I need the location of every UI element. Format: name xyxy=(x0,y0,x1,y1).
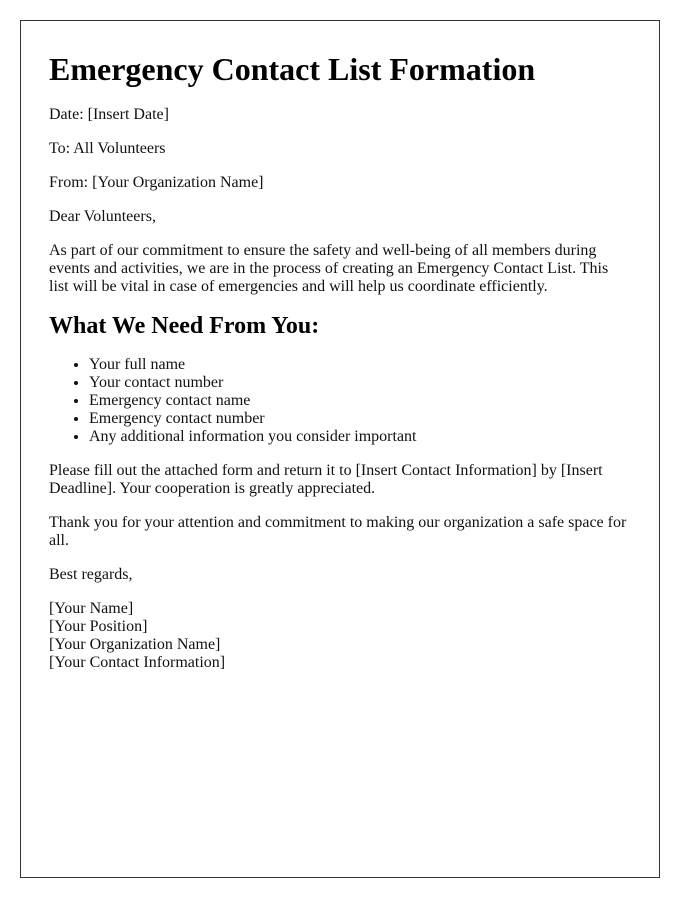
list-item: Emergency contact number xyxy=(89,410,631,428)
signature-position: [Your Position] xyxy=(49,618,148,635)
to-line: To: All Volunteers xyxy=(49,140,166,157)
signature-organization: [Your Organization Name] xyxy=(49,636,221,653)
list-item: Your contact number xyxy=(89,374,631,392)
letter-content: Emergency Contact List Formation Date: [… xyxy=(49,21,631,672)
requirements-list: Your full name Your contact number Emerg… xyxy=(49,356,631,446)
document-title: Emergency Contact List Formation xyxy=(49,51,536,87)
salutation: Dear Volunteers, xyxy=(49,208,156,225)
list-item: Your full name xyxy=(89,356,631,374)
signature-name: [Your Name] xyxy=(49,600,134,617)
from-line: From: [Your Organization Name] xyxy=(49,174,264,191)
list-item: Any additional information you consider … xyxy=(89,428,631,446)
date-line: Date: [Insert Date] xyxy=(49,106,169,123)
closing: Best regards, xyxy=(49,566,133,583)
list-item: Emergency contact name xyxy=(89,392,631,410)
signature-block: [Your Name] [Your Position] [Your Organi… xyxy=(49,600,631,672)
intro-paragraph: As part of our commitment to ensure the … xyxy=(49,242,609,295)
letter-page: Emergency Contact List Formation Date: [… xyxy=(20,20,660,878)
section-heading: What We Need From You: xyxy=(49,313,320,339)
thanks-paragraph: Thank you for your attention and commitm… xyxy=(49,514,627,549)
instruction-paragraph: Please fill out the attached form and re… xyxy=(49,462,603,497)
signature-contact: [Your Contact Information] xyxy=(49,654,226,671)
